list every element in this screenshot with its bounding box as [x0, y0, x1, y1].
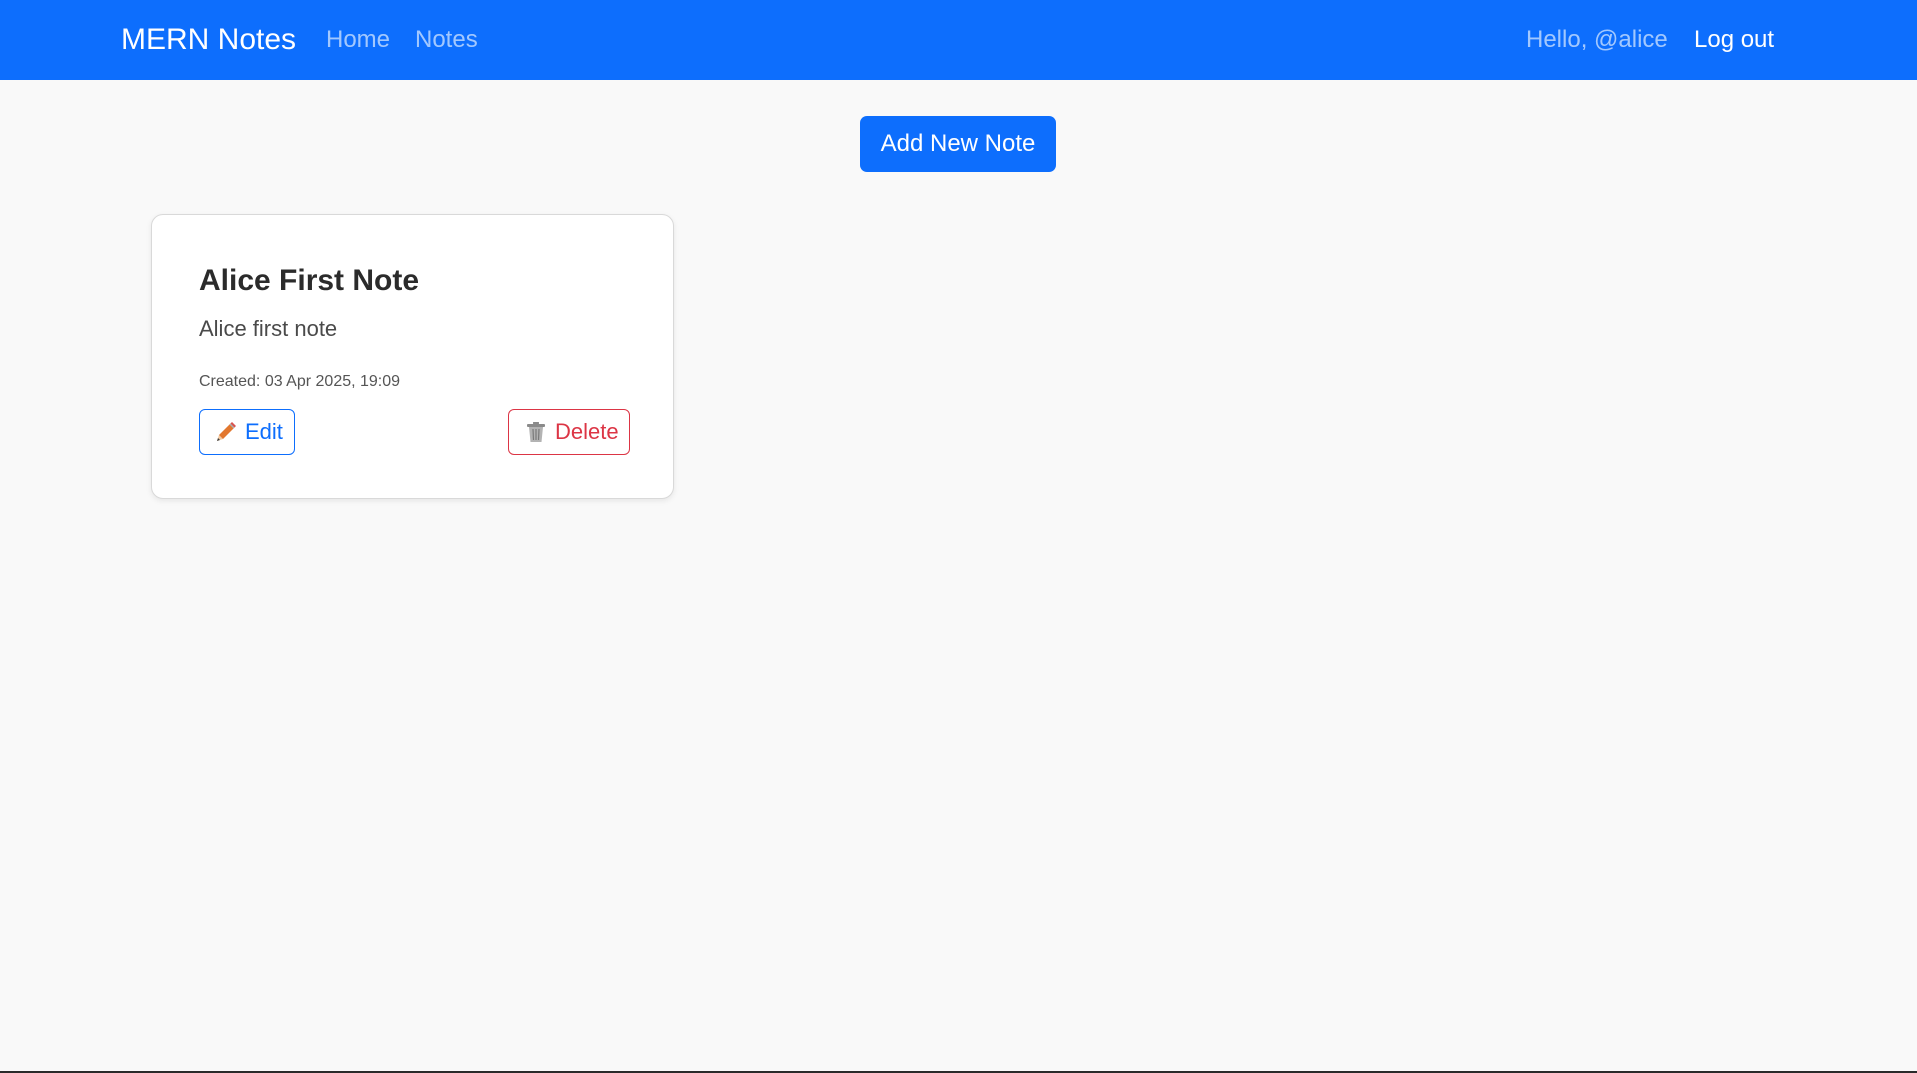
delete-label: Delete: [555, 419, 619, 444]
note-created-date: Created: 03 Apr 2025, 19:09: [199, 373, 401, 390]
note-card: Alice First Note Alice first note Create…: [151, 214, 674, 499]
trash-icon: [524, 420, 548, 444]
edit-label: Edit: [245, 419, 283, 444]
delete-note-button[interactable]: Delete: [508, 409, 630, 455]
nav-link-notes[interactable]: Notes: [415, 22, 478, 58]
add-new-note-button[interactable]: Add New Note: [860, 116, 1056, 172]
user-greeting: Hello, @alice: [1526, 26, 1668, 53]
edit-note-button[interactable]: Edit: [199, 409, 295, 455]
brand-link[interactable]: MERN Notes: [121, 20, 296, 60]
nav-link-home[interactable]: Home: [326, 22, 390, 58]
pencil-icon: [214, 420, 238, 444]
note-body: Alice first note: [199, 316, 338, 341]
logout-link[interactable]: Log out: [1694, 22, 1774, 58]
note-title: Alice First Note: [199, 264, 420, 297]
top-navbar: MERN Notes Home Notes Hello, @alice Log …: [0, 0, 1917, 80]
